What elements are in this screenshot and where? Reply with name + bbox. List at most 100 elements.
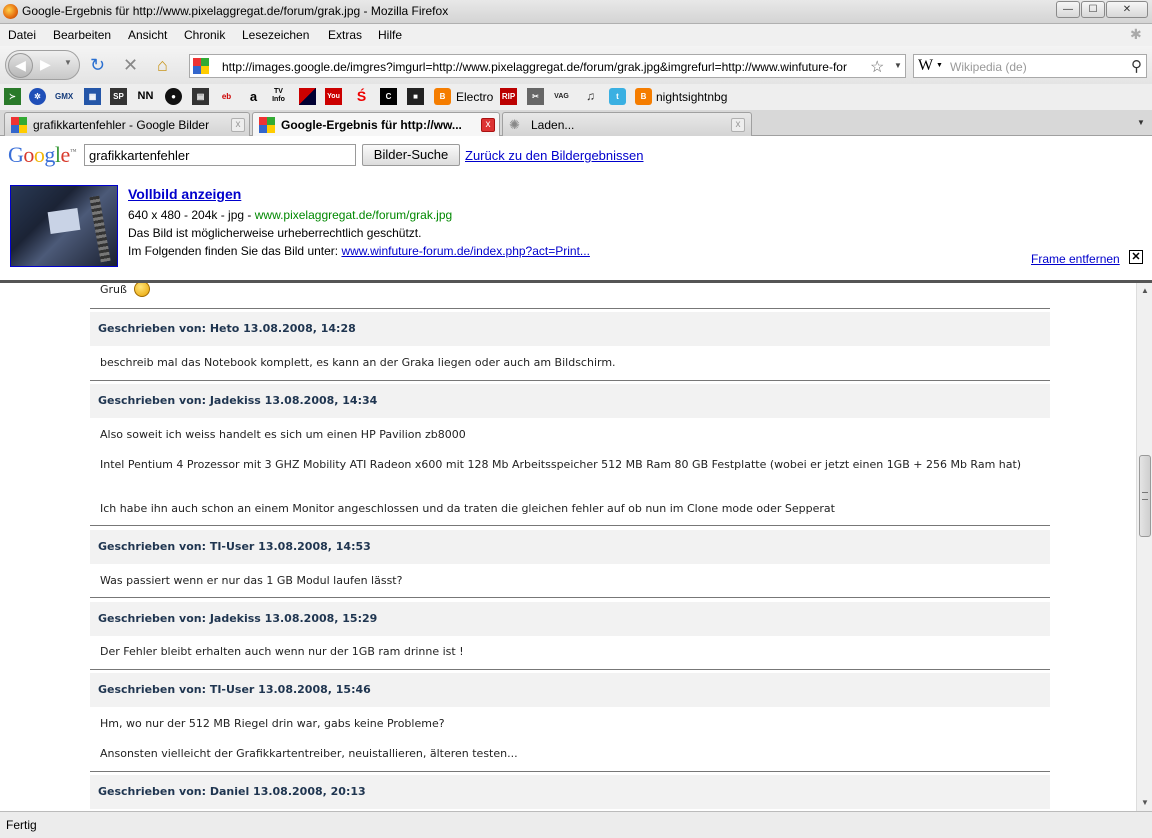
content-scrollbar[interactable]: ▲ ▼ — [1136, 283, 1152, 811]
post-header: Geschrieben von: TI-User 13.08.2008, 14:… — [90, 530, 1050, 564]
greeting-text: Gruß — [100, 283, 127, 296]
square-icon[interactable]: ■ — [407, 88, 424, 105]
settings-star-icon[interactable]: ✲ — [29, 88, 46, 105]
google-logo[interactable]: Google™ — [8, 142, 77, 168]
post-header: Geschrieben von: Jadekiss 13.08.2008, 14… — [90, 384, 1050, 418]
post-separator — [90, 308, 1050, 309]
tab-close-icon[interactable]: x — [231, 118, 245, 132]
menu-bar: Datei Bearbeiten Ansicht Chronik Lesezei… — [0, 24, 1152, 46]
menu-datei[interactable]: Datei — [8, 28, 36, 42]
record-icon[interactable]: ● — [165, 88, 182, 105]
back-button[interactable]: ◀ — [8, 53, 33, 78]
google-favicon-icon — [259, 117, 275, 133]
image-source-url[interactable]: www.pixelaggregat.de/forum/grak.jpg — [255, 208, 452, 222]
search-icon[interactable]: ⚲ — [1131, 57, 1142, 75]
search-placeholder[interactable]: Wikipedia (de) — [950, 60, 1027, 74]
film-icon[interactable]: ▤ — [192, 88, 209, 105]
menu-ansicht[interactable]: Ansicht — [128, 28, 167, 42]
ebay-icon[interactable]: eb — [218, 88, 235, 105]
post-header: Geschrieben von: Heto 13.08.2008, 14:28 — [90, 312, 1050, 346]
scrollbar-thumb[interactable] — [1139, 455, 1151, 537]
image-meta: 640 x 480 - 204k - jpg - www.pixelaggreg… — [128, 208, 453, 222]
bookmark-electro[interactable]: Electro — [456, 90, 493, 104]
bookmark-nightsightnbg[interactable]: nightsightnbg — [656, 90, 727, 104]
post-separator — [90, 597, 1050, 598]
url-bar[interactable]: http://images.google.de/imgres?imgurl=ht… — [189, 54, 906, 78]
gmx-icon[interactable]: GMX — [55, 88, 73, 105]
url-text[interactable]: http://images.google.de/imgres?imgurl=ht… — [222, 60, 862, 74]
tab-label: grafikkartenfehler - Google Bilder — [33, 118, 210, 132]
loading-spinner-icon: ✺ — [509, 117, 520, 132]
window-titlebar: Google-Ergebnis für http://www.pixelaggr… — [0, 0, 1152, 24]
url-dropdown-icon[interactable]: ▼ — [894, 61, 902, 70]
throbber-icon: ✱ — [1130, 26, 1142, 42]
post-separator — [90, 525, 1050, 526]
menu-hilfe[interactable]: Hilfe — [378, 28, 402, 42]
post-text: beschreib mal das Notebook komplett, es … — [100, 356, 616, 369]
menu-chronik[interactable]: Chronik — [184, 28, 225, 42]
tvinfo-icon[interactable]: TV Info — [270, 88, 287, 105]
menu-extras[interactable]: Extras — [328, 28, 362, 42]
page-source-link[interactable]: www.winfuture-forum.de/index.php?act=Pri… — [341, 244, 589, 258]
bookmarks-toolbar: ≻ ✲ GMX ▦ SP NN ● ▤ eb a TV Info You Ś C… — [0, 84, 1152, 110]
image-search-button[interactable]: Bilder-Suche — [362, 144, 460, 166]
remove-frame-close-icon[interactable]: ✕ — [1129, 250, 1143, 264]
google-image-frame: Google™ grafikkartenfehler Bilder-Suche … — [0, 136, 1152, 280]
fullimage-link[interactable]: Vollbild anzeigen — [128, 186, 241, 202]
wikipedia-engine-icon[interactable]: W — [918, 57, 933, 75]
window-title: Google-Ergebnis für http://www.pixelaggr… — [22, 4, 449, 18]
forward-button[interactable]: ▶ — [40, 56, 51, 73]
c-icon[interactable]: C — [380, 88, 397, 105]
sparkasse-icon[interactable]: Ś — [353, 88, 370, 105]
puzzle-icon[interactable]: ▦ — [84, 88, 101, 105]
scroll-up-icon[interactable]: ▲ — [1137, 283, 1152, 299]
blogger-icon[interactable]: B — [434, 88, 451, 105]
stop-icon[interactable]: ✕ — [123, 56, 138, 74]
amazon-icon[interactable]: a — [245, 88, 262, 105]
bookmark-star-icon[interactable]: ☆ — [870, 57, 884, 77]
post-header: Geschrieben von: TI-User 13.08.2008, 15:… — [90, 673, 1050, 707]
flag-icon[interactable] — [299, 88, 316, 105]
tab-google-ergebnis[interactable]: Google-Ergebnis für http://ww... x — [252, 112, 500, 137]
post-text: Was passiert wenn er nur das 1 GB Modul … — [100, 574, 403, 587]
post-separator — [90, 669, 1050, 670]
bookmark-green-icon[interactable]: ≻ — [4, 88, 21, 105]
spon-icon[interactable]: SP — [110, 88, 127, 105]
engine-dropdown-icon[interactable]: ▼ — [936, 62, 943, 69]
tab-loading[interactable]: ✺ Laden... x — [502, 112, 752, 136]
smiley-icon — [134, 283, 150, 297]
scroll-down-icon[interactable]: ▼ — [1137, 795, 1152, 811]
tab-close-icon[interactable]: x — [731, 118, 745, 132]
close-window-button[interactable]: ✕ — [1106, 1, 1148, 18]
twitter-icon[interactable]: t — [609, 88, 626, 105]
image-thumbnail[interactable] — [10, 185, 118, 267]
nn-icon[interactable]: NN — [137, 88, 154, 105]
remove-frame-link[interactable]: Frame entfernen — [1031, 252, 1120, 266]
home-icon[interactable]: ⌂ — [157, 56, 168, 74]
post-text: Der Fehler bleibt erhalten auch wenn nur… — [100, 645, 464, 658]
tab-google-bilder[interactable]: grafikkartenfehler - Google Bilder x — [4, 112, 250, 136]
tab-label: Laden... — [531, 118, 575, 132]
tab-bar: grafikkartenfehler - Google Bilder x Goo… — [0, 110, 1152, 137]
music-icon[interactable]: ♫ — [582, 88, 599, 105]
back-to-results-link[interactable]: Zurück zu den Bildergebnissen — [465, 148, 644, 163]
search-bar[interactable]: W ▼ Wikipedia (de) ⚲ — [913, 54, 1147, 78]
copyright-notice: Das Bild ist möglicherweise urheberrecht… — [128, 226, 422, 240]
post-separator — [90, 380, 1050, 381]
tab-label: Google-Ergebnis für http://ww... — [281, 118, 462, 132]
minimize-button[interactable]: — — [1056, 1, 1080, 18]
tab-close-icon[interactable]: x — [481, 118, 495, 132]
youtube-icon[interactable]: You — [325, 88, 342, 105]
vag-icon[interactable]: VAG — [553, 88, 570, 105]
blogger-icon[interactable]: B — [635, 88, 652, 105]
image-search-input[interactable]: grafikkartenfehler — [84, 144, 356, 166]
post-text: Hm, wo nur der 512 MB Riegel drin war, g… — [100, 717, 445, 730]
reload-icon[interactable]: ↻ — [90, 56, 105, 74]
menu-lesezeichen[interactable]: Lesezeichen — [242, 28, 309, 42]
history-dropdown-icon[interactable]: ▼ — [64, 58, 72, 67]
list-all-tabs-icon[interactable]: ▼ — [1134, 115, 1148, 131]
maximize-button[interactable]: ☐ — [1081, 1, 1105, 18]
rip-icon[interactable]: RIP — [500, 88, 517, 105]
menu-bearbeiten[interactable]: Bearbeiten — [53, 28, 111, 42]
scissors-icon[interactable]: ✂ — [527, 88, 544, 105]
